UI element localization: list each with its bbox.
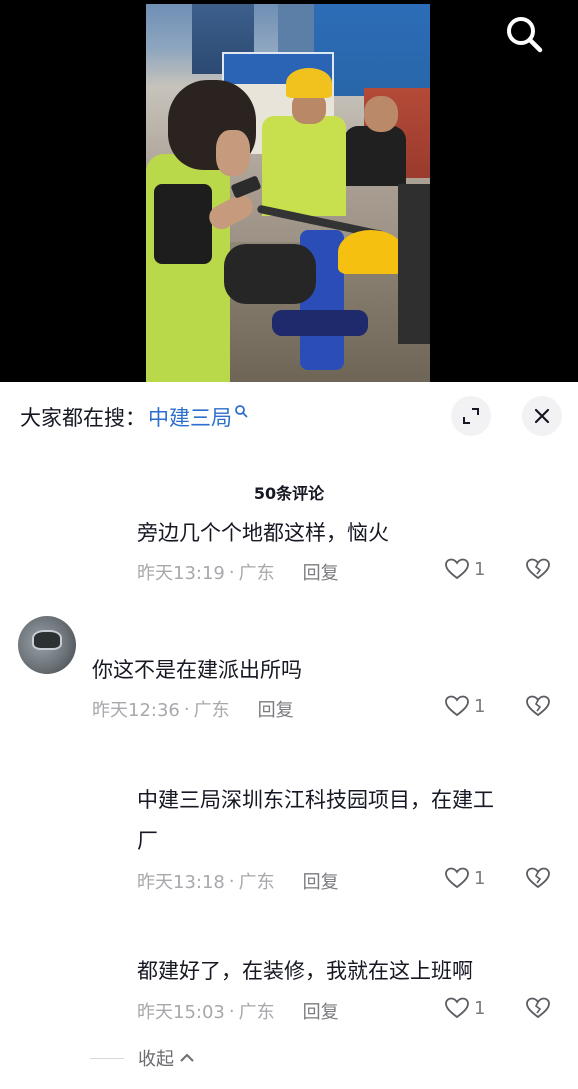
comment-time: 昨天12:36	[92, 700, 180, 721]
comment-time: 昨天13:19	[137, 563, 225, 584]
like-button[interactable]: 1	[444, 996, 485, 1020]
comment-time: 昨天15:03	[137, 1002, 225, 1023]
car-mirror-avatar[interactable]	[18, 616, 76, 674]
dislike-button[interactable]	[525, 694, 551, 722]
comment-time: 昨天13:18	[137, 872, 225, 893]
comment-meta: 昨天13:19 · 广东 回复	[137, 559, 339, 585]
comment-location: 广东	[238, 563, 275, 584]
comment-location: 广东	[238, 872, 275, 893]
search-small-icon	[235, 405, 248, 418]
broken-heart-icon	[526, 997, 550, 1019]
expand-button[interactable]	[451, 396, 491, 436]
comment-meta: 昨天15:03 · 广东 回复	[137, 998, 339, 1024]
comment-count: 50条评论	[253, 484, 325, 503]
meta-separator: ·	[228, 561, 235, 583]
comment-meta: 昨天13:18 · 广东 回复	[137, 868, 339, 894]
comment-meta: 昨天12:36 · 广东 回复	[92, 696, 294, 722]
like-count: 1	[474, 695, 486, 717]
like-button[interactable]: 1	[444, 694, 485, 718]
heart-icon	[445, 558, 469, 580]
comment-text-line2: 厂	[137, 829, 158, 853]
trending-search-row[interactable]: 大家都在搜： 中建三局	[20, 400, 248, 434]
like-count: 1	[474, 867, 486, 889]
collapse-replies-button[interactable]: 收起	[90, 1045, 196, 1071]
search-icon[interactable]	[500, 10, 548, 58]
trending-search-prefix: 大家都在搜：	[20, 406, 146, 430]
comment-text: 旁边几个个地都这样，恼火	[137, 521, 389, 545]
comment-text: 你这不是在建派出所吗	[92, 658, 302, 682]
reply-button[interactable]: 回复	[303, 559, 339, 585]
heart-icon	[445, 867, 469, 889]
reply-button[interactable]: 回复	[303, 868, 339, 894]
collapse-label: 收起	[138, 1049, 174, 1070]
expand-icon	[463, 408, 479, 424]
reply-button[interactable]: 回复	[303, 998, 339, 1024]
like-button[interactable]: 1	[444, 557, 485, 581]
close-button[interactable]	[522, 396, 562, 436]
meta-separator: ·	[183, 698, 190, 720]
broken-heart-icon	[526, 867, 550, 889]
meta-separator: ·	[228, 1000, 235, 1022]
construction-site-photo	[146, 4, 430, 382]
comment-location: 广东	[193, 700, 230, 721]
trending-search-term[interactable]: 中建三局	[148, 402, 232, 432]
chevron-up-icon	[180, 1053, 194, 1062]
like-button[interactable]: 1	[444, 866, 485, 890]
comment-text: 都建好了，在装修，我就在这上班啊	[137, 959, 473, 983]
comment-location: 广东	[238, 1002, 275, 1023]
dislike-button[interactable]	[525, 996, 551, 1024]
video-player[interactable]	[0, 0, 578, 382]
heart-icon	[445, 997, 469, 1019]
like-count: 1	[474, 997, 486, 1019]
broken-heart-icon	[526, 695, 550, 717]
like-count: 1	[474, 558, 486, 580]
comment-text-line1: 中建三局深圳东江科技园项目，在建工	[137, 788, 494, 812]
meta-separator: ·	[228, 870, 235, 892]
dislike-button[interactable]	[525, 557, 551, 585]
dislike-button[interactable]	[525, 866, 551, 894]
close-icon	[534, 408, 550, 424]
collapse-divider	[90, 1057, 124, 1059]
broken-heart-icon	[526, 558, 550, 580]
heart-icon	[445, 695, 469, 717]
reply-button[interactable]: 回复	[258, 696, 294, 722]
